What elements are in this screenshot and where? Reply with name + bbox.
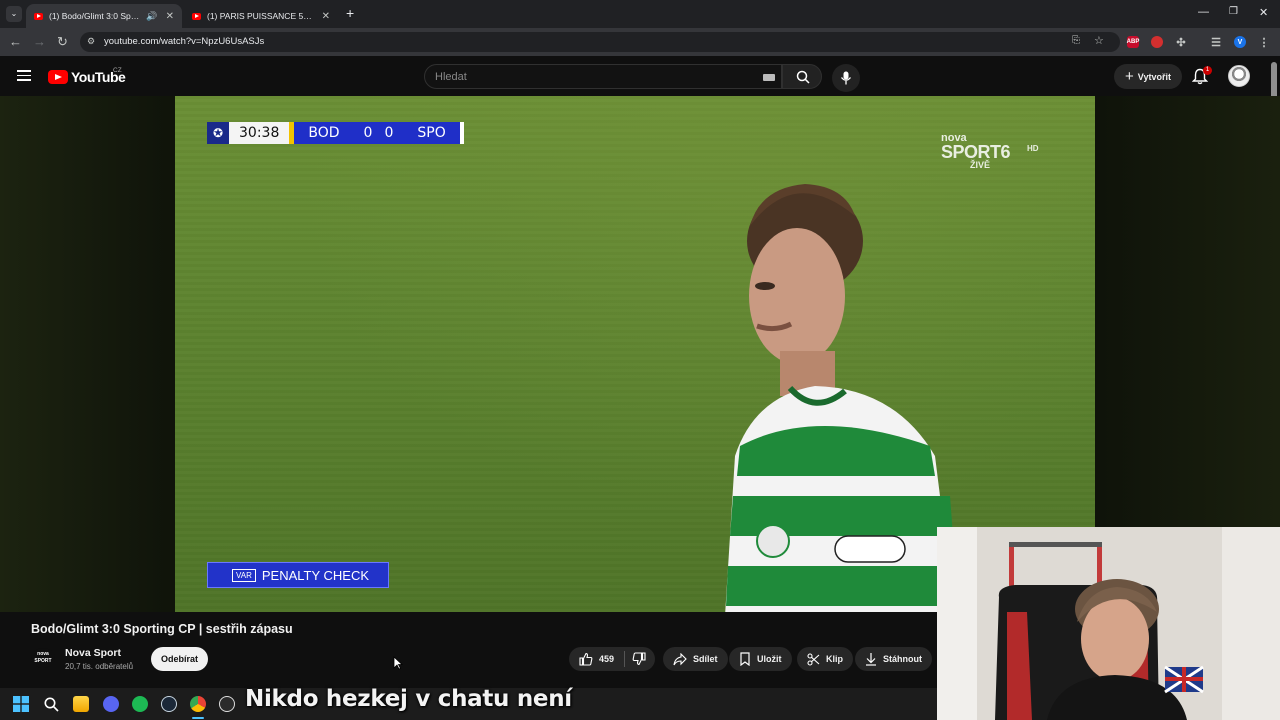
country-code: CZ [113,67,122,74]
share-label: Sdílet [693,654,718,664]
like-count: 459 [599,654,615,664]
browser-tab-bodo-glimt[interactable]: (1) Bodo/Glimt 3:0 Sporting 🔊 ✕ [26,4,182,28]
bookmark-icon [740,652,750,666]
browser-toolbar: ← → ↻ ⚙ youtube.com/watch?v=NpzU6UsASJs … [0,28,1280,56]
cast-icon[interactable]: ⎘ [1072,35,1080,46]
save-label: Uložit [757,654,782,664]
audio-playing-icon[interactable]: 🔊 [146,11,157,22]
browser-tab-paris[interactable]: (1) PARIS PUISSANCE 5 I LE RÉS ✕ [184,4,338,28]
microphone-icon [840,71,852,85]
champions-league-star-icon: ✪ [207,122,229,144]
tab-title: (1) PARIS PUISSANCE 5 I LE RÉS [207,11,314,21]
reading-list-icon[interactable]: ☰ [1210,36,1222,49]
youtube-header: YouTube CZ Hledat + Vytvořit 1 [0,56,1280,96]
browser-menu-icon[interactable]: ⋮ [1258,36,1270,49]
menu-hamburger-icon[interactable] [17,70,31,81]
tab-list-dropdown-icon[interactable]: ⌄ [6,6,22,22]
youtube-favicon-icon [192,12,201,20]
windows-start-icon[interactable] [13,696,29,712]
close-window-icon[interactable]: ✕ [1259,6,1268,19]
adblock-plus-extension-icon[interactable]: ABP [1127,36,1139,48]
match-clock: 30:38 [229,122,290,144]
away-team: SPO [417,125,446,141]
voice-search-button[interactable] [832,64,860,92]
reload-icon[interactable]: ↻ [57,34,68,50]
download-icon [866,653,876,666]
extensions-puzzle-icon[interactable]: ✣ [1175,36,1187,49]
search-button[interactable] [782,64,822,89]
like-button[interactable]: 459 [569,652,624,666]
extension-red-icon[interactable] [1151,36,1163,48]
profile-avatar-icon[interactable]: V [1234,36,1246,48]
subscriber-count: 20,7 tis. odběratelů [65,662,134,671]
stream-chat-overlay-text: Nikdo hezkej v chatu není [245,686,572,712]
mouse-cursor-icon [393,656,403,670]
create-label: Vytvořit [1137,71,1171,82]
tab-title: (1) Bodo/Glimt 3:0 Sporting [49,11,143,21]
like-dislike-divider [624,651,625,667]
thumbs-down-icon [632,652,646,666]
dislike-button[interactable] [624,652,646,666]
clip-label: Klip [826,654,843,664]
penalty-check-text: PENALTY CHECK [261,567,370,583]
browser-tab-bar: ⌄ (1) Bodo/Glimt 3:0 Sporting 🔊 ✕ (1) PA… [0,0,1280,28]
broadcaster-hd-text: HD [1027,144,1039,153]
chrome-icon[interactable] [190,696,206,712]
save-button[interactable]: Uložit [729,647,792,671]
var-tag: VAR [232,568,256,582]
share-arrow-icon [673,652,687,665]
search-icon [796,70,810,84]
match-scoreboard: ✪ 30:38 BOD 0 0 SPO [207,122,464,144]
steam-icon[interactable] [161,696,177,712]
download-label: Stáhnout [883,654,922,664]
home-score: 0 [363,125,373,141]
youtube-play-icon [48,70,68,84]
close-tab-icon[interactable]: ✕ [166,11,174,22]
discord-icon[interactable] [103,696,119,712]
download-button[interactable]: Stáhnout [855,647,932,671]
forward-arrow-icon[interactable]: → [33,34,46,49]
keyboard-icon[interactable] [763,74,775,81]
chrome-active-indicator [192,717,204,719]
file-explorer-icon[interactable] [73,696,89,712]
clip-button[interactable]: Klip [797,647,853,671]
search-icon[interactable] [44,697,59,712]
away-score: 0 [384,125,394,141]
account-avatar[interactable] [1228,65,1250,87]
video-title: Bodo/Glimt 3:0 Sporting CP | sestřih záp… [31,622,293,636]
obs-icon[interactable] [219,696,235,712]
like-dislike-group: 459 [569,647,655,671]
minimize-window-icon[interactable]: — [1198,6,1209,18]
close-tab-icon[interactable]: ✕ [322,11,330,22]
scoreboard-end-cap [459,122,464,144]
notification-count-badge: 1 [1203,66,1212,75]
channel-name[interactable]: Nova Sport [65,647,121,659]
home-team: BOD [308,125,340,141]
create-button[interactable]: + Vytvořit [1114,64,1182,89]
channel-avatar[interactable]: nova SPORT [31,648,55,668]
url-text[interactable]: youtube.com/watch?v=NpzU6UsASJs [104,36,264,47]
address-bar[interactable]: ⚙ youtube.com/watch?v=NpzU6UsASJs ⎘ ☆ [80,32,1120,52]
thumbs-up-icon [579,652,593,666]
scissors-icon [807,652,820,666]
score-panel: BOD 0 0 SPO [294,122,460,144]
search-input[interactable]: Hledat [424,64,782,89]
var-penalty-check-banner: VAR PENALTY CHECK [207,562,389,588]
search-placeholder: Hledat [435,71,467,83]
site-info-icon[interactable]: ⚙ [87,36,95,47]
plus-icon: + [1125,68,1134,85]
webcam-scene-image [937,527,1280,720]
subscribe-button[interactable]: Odebírat [151,647,208,671]
restore-window-icon[interactable]: ❐ [1229,6,1238,17]
youtube-favicon-icon [34,12,43,20]
bookmark-star-icon[interactable]: ☆ [1094,34,1104,47]
new-tab-button[interactable]: + [346,5,354,21]
spotify-icon[interactable] [132,696,148,712]
share-button[interactable]: Sdílet [663,647,728,671]
back-arrow-icon[interactable]: ← [9,34,22,49]
streamer-webcam [937,527,1280,720]
